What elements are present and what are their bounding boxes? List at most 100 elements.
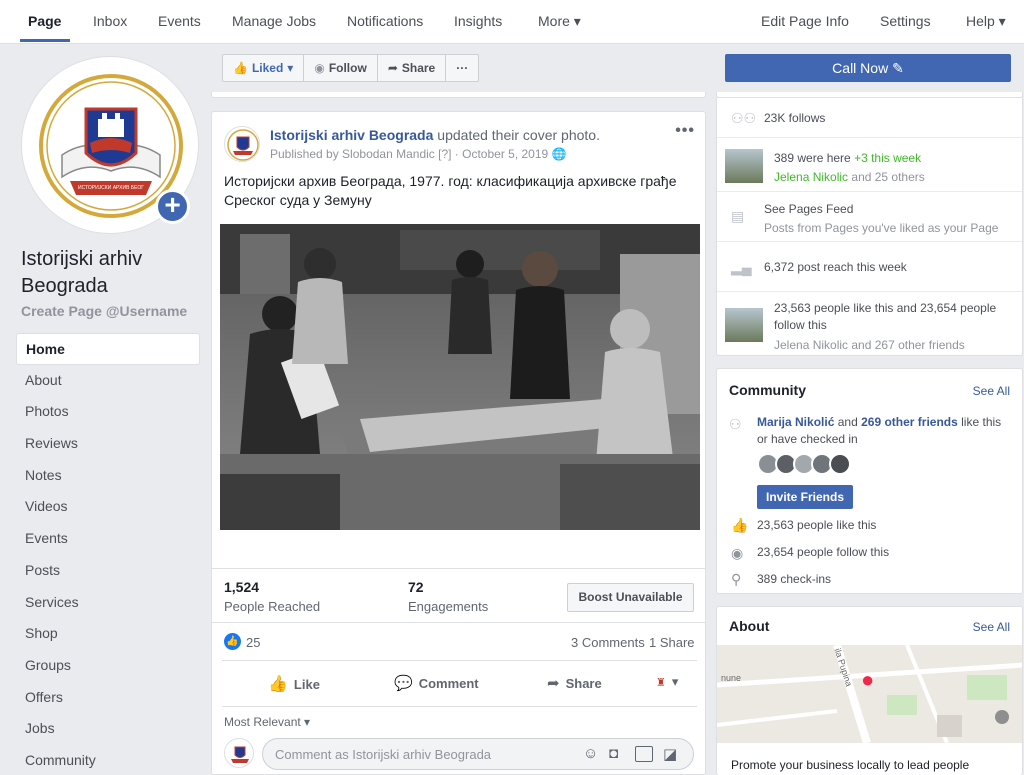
tab-manage-jobs[interactable]: Manage Jobs bbox=[232, 13, 316, 29]
comment-input[interactable]: Comment as Istorijski arhiv Beograda ☺ ◘… bbox=[262, 738, 694, 770]
community-card: Community See All ⚇ Marija Nikolić and 2… bbox=[716, 368, 1023, 594]
about-title: About bbox=[729, 618, 770, 634]
other-friends-link[interactable]: 269 other friends bbox=[861, 415, 958, 429]
post-text: Историјски архив Београда, 1977. год: кл… bbox=[224, 173, 677, 208]
were-here-count: 389 were here +3 this week bbox=[774, 151, 922, 165]
emoji-icon[interactable]: ☺ bbox=[583, 745, 598, 762]
settings-link[interactable]: Settings bbox=[880, 13, 931, 29]
composer-edge bbox=[211, 92, 706, 98]
like-action-button[interactable]: 👍 Like bbox=[268, 674, 320, 694]
post-meta: Published by Slobodan Mandic [?] · Octob… bbox=[270, 147, 567, 161]
left-nav-reviews[interactable]: Reviews bbox=[16, 428, 200, 460]
thumbs-up-icon: 👍 bbox=[233, 61, 248, 75]
left-nav-community[interactable]: Community bbox=[16, 745, 200, 775]
community-see-all-link[interactable]: See All bbox=[973, 384, 1010, 398]
post-card: Istorijski arhiv Beograda updated their … bbox=[211, 111, 706, 775]
post-options-icon[interactable]: ••• bbox=[675, 122, 695, 140]
likes-friends[interactable]: Jelena Nikolic and 267 other friends bbox=[774, 338, 965, 352]
avatar[interactable] bbox=[829, 453, 851, 475]
promote-text: Promote your business locally to lead pe… bbox=[731, 758, 970, 772]
left-nav-about[interactable]: About bbox=[16, 365, 200, 397]
pages-feed-link[interactable]: See Pages Feed bbox=[764, 202, 853, 216]
page-like-count: 23,563 people like this bbox=[757, 518, 877, 532]
globe-icon: 🌐 bbox=[551, 147, 567, 161]
post-author-avatar[interactable] bbox=[224, 126, 260, 162]
news-feed-icon: ▤ bbox=[731, 208, 745, 224]
left-nav-shop[interactable]: Shop bbox=[16, 618, 200, 650]
map-tiles bbox=[717, 645, 1022, 743]
comment-count[interactable]: 3 Comments bbox=[571, 635, 645, 650]
left-nav-notes[interactable]: Notes bbox=[16, 460, 200, 492]
tab-more[interactable]: More ▾ bbox=[538, 13, 581, 30]
pages-feed-row[interactable]: ▤ See Pages Feed Posts from Pages you've… bbox=[717, 192, 1022, 242]
archive-workers-photo bbox=[220, 224, 700, 530]
call-now-button[interactable]: Call Now ✎ bbox=[725, 54, 1011, 82]
post-as-selector[interactable]: ♜ ▾ bbox=[656, 674, 678, 690]
published-by[interactable]: Published by Slobodan Mandic bbox=[270, 147, 435, 161]
map-street-label: nune bbox=[721, 673, 742, 683]
post-date[interactable]: October 5, 2019 bbox=[462, 147, 548, 161]
top-navigation: Page Inbox Events Manage Jobs Notificati… bbox=[0, 0, 1024, 44]
like-reaction-icon[interactable]: 👍 bbox=[224, 633, 241, 650]
were-here-friends: Jelena Nikolic and 25 others bbox=[774, 170, 925, 184]
comment-sort-dropdown[interactable]: Most Relevant ▾ bbox=[224, 715, 310, 729]
location-map[interactable]: ila Pupina nune ● bbox=[717, 645, 1022, 743]
follows-count[interactable]: 23K follows bbox=[764, 111, 825, 125]
friend-photo-thumbnail[interactable] bbox=[725, 308, 763, 342]
published-help-marker[interactable]: [?] bbox=[438, 147, 451, 161]
tab-page[interactable]: Page bbox=[28, 13, 61, 29]
post-reach[interactable]: 6,372 post reach this week bbox=[764, 260, 907, 274]
comment-action-button[interactable]: 💬 Comment bbox=[394, 674, 479, 692]
pencil-icon: ✎ bbox=[892, 60, 904, 76]
left-nav-groups[interactable]: Groups bbox=[16, 650, 200, 682]
edit-page-info-link[interactable]: Edit Page Info bbox=[761, 13, 849, 29]
help-link[interactable]: Help ▾ bbox=[966, 13, 1006, 30]
community-friends-text: Marija Nikolić and 269 other friends lik… bbox=[757, 415, 1002, 446]
post-author-link[interactable]: Istorijski arhiv Beograda bbox=[270, 127, 433, 143]
likes-follows-row: 23,563 people like this and 23,654 peopl… bbox=[717, 292, 1022, 356]
more-options-button[interactable]: ··· bbox=[446, 55, 478, 81]
likes-follows-text: 23,563 people like this and 23,654 peopl… bbox=[774, 301, 997, 332]
camera-icon[interactable]: ◘ bbox=[609, 745, 618, 762]
left-nav-posts[interactable]: Posts bbox=[16, 555, 200, 587]
share-action-button[interactable]: ➦ Share bbox=[547, 674, 602, 692]
liked-button[interactable]: 👍 Liked ▾ bbox=[223, 55, 305, 81]
left-nav-home[interactable]: Home bbox=[16, 333, 200, 365]
left-nav-events[interactable]: Events bbox=[16, 523, 200, 555]
tab-insights[interactable]: Insights bbox=[454, 13, 502, 29]
left-nav-services[interactable]: Services bbox=[16, 587, 200, 619]
call-now-label: Call Now bbox=[832, 60, 889, 76]
friend-avatars bbox=[757, 453, 851, 475]
gif-icon[interactable] bbox=[635, 746, 653, 762]
reaction-count[interactable]: 25 bbox=[246, 635, 260, 650]
post-photo[interactable] bbox=[220, 224, 700, 530]
active-tab-indicator bbox=[20, 39, 70, 42]
share-count[interactable]: 1 Share bbox=[649, 635, 695, 650]
left-nav-videos[interactable]: Videos bbox=[16, 491, 200, 523]
friend-link[interactable]: Marija Nikolić bbox=[757, 415, 834, 429]
left-nav-jobs[interactable]: Jobs bbox=[16, 713, 200, 745]
pages-feed-desc: Posts from Pages you've liked as your Pa… bbox=[764, 221, 999, 235]
like-action-label: Like bbox=[293, 676, 320, 692]
create-username-link[interactable]: Create Page @Username bbox=[21, 303, 187, 319]
tab-events[interactable]: Events bbox=[158, 13, 201, 29]
left-nav-offers[interactable]: Offers bbox=[16, 682, 200, 714]
add-photo-button[interactable]: + bbox=[155, 189, 190, 224]
left-navigation: Home About Photos Reviews Notes Videos E… bbox=[16, 333, 200, 775]
friend-photo-thumbnail[interactable] bbox=[725, 149, 763, 183]
boost-unavailable-button[interactable]: Boost Unavailable bbox=[567, 583, 694, 612]
follow-button[interactable]: ◉ Follow bbox=[304, 55, 378, 81]
left-nav-photos[interactable]: Photos bbox=[16, 396, 200, 428]
checkins-count: 389 check-ins bbox=[757, 572, 832, 586]
reach-row: ▂▄ 6,372 post reach this week bbox=[717, 242, 1022, 292]
tab-inbox[interactable]: Inbox bbox=[93, 13, 127, 29]
share-label: Share bbox=[401, 61, 436, 75]
divider bbox=[212, 568, 705, 569]
share-button[interactable]: ➦ Share bbox=[378, 55, 447, 81]
sticker-icon[interactable]: ◪ bbox=[663, 745, 677, 763]
community-title: Community bbox=[729, 382, 806, 398]
invite-friends-button[interactable]: Invite Friends bbox=[757, 485, 853, 509]
about-see-all-link[interactable]: See All bbox=[973, 620, 1010, 634]
tab-notifications[interactable]: Notifications bbox=[347, 13, 423, 29]
were-here-row: 389 were here +3 this week Jelena Nikoli… bbox=[717, 138, 1022, 192]
